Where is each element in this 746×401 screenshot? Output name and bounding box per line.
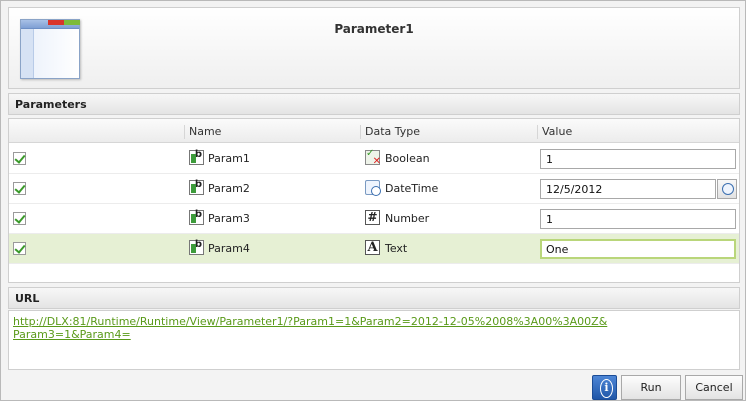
parameter-name: Param1 — [208, 152, 250, 165]
grid-header: Name Data Type Value — [9, 119, 739, 143]
page-title: Parameter1 — [334, 22, 414, 36]
parameter-name: Param3 — [208, 212, 250, 225]
value-input[interactable] — [540, 149, 736, 169]
parameter-icon — [189, 209, 204, 225]
url-panel: http://DLX:81/Runtime/Runtime/View/Param… — [8, 310, 740, 370]
table-row[interactable]: Param4 A Text — [9, 234, 739, 264]
value-input[interactable] — [540, 209, 736, 229]
parameter-icon — [189, 179, 204, 195]
include-checkbox[interactable] — [13, 182, 26, 195]
run-button[interactable]: Run — [621, 375, 681, 400]
parameters-grid: Name Data Type Value Param1 Boolean Para… — [8, 118, 740, 283]
table-row[interactable]: Param2 DateTime — [9, 174, 739, 204]
cancel-button[interactable]: Cancel — [685, 375, 743, 400]
url-section-header: URL — [8, 287, 740, 309]
parameter-name: Param4 — [208, 242, 250, 255]
table-row[interactable]: Param1 Boolean — [9, 144, 739, 174]
parameter-dialog: Parameter1 Parameters Name Data Type Val… — [0, 0, 746, 401]
parameter-icon — [189, 239, 204, 255]
parameter-type: Text — [385, 242, 408, 255]
parameter-type: Boolean — [385, 152, 430, 165]
value-input[interactable] — [540, 239, 736, 259]
boolean-icon — [365, 148, 381, 167]
parameters-section-header: Parameters — [8, 93, 740, 115]
include-checkbox[interactable] — [13, 242, 26, 255]
info-icon[interactable] — [592, 375, 617, 400]
url-link[interactable]: http://DLX:81/Runtime/Runtime/View/Param… — [13, 315, 613, 341]
dialog-header: Parameter1 — [8, 7, 740, 89]
include-checkbox[interactable] — [13, 152, 26, 165]
date-value-input[interactable] — [540, 179, 716, 199]
parameter-type: DateTime — [385, 182, 439, 195]
table-row[interactable]: Param3 # Number — [9, 204, 739, 234]
parameter-name: Param2 — [208, 182, 250, 195]
date-picker-button[interactable] — [717, 179, 737, 199]
column-header-data-type[interactable]: Data Type — [360, 125, 420, 139]
parameter-icon — [189, 149, 204, 165]
parameter-type: Number — [385, 212, 430, 225]
column-header-name[interactable]: Name — [184, 125, 221, 139]
text-icon: A — [365, 240, 380, 255]
number-icon: # — [365, 210, 380, 225]
datetime-icon — [365, 180, 381, 196]
include-checkbox[interactable] — [13, 212, 26, 225]
column-header-value[interactable]: Value — [537, 125, 572, 139]
